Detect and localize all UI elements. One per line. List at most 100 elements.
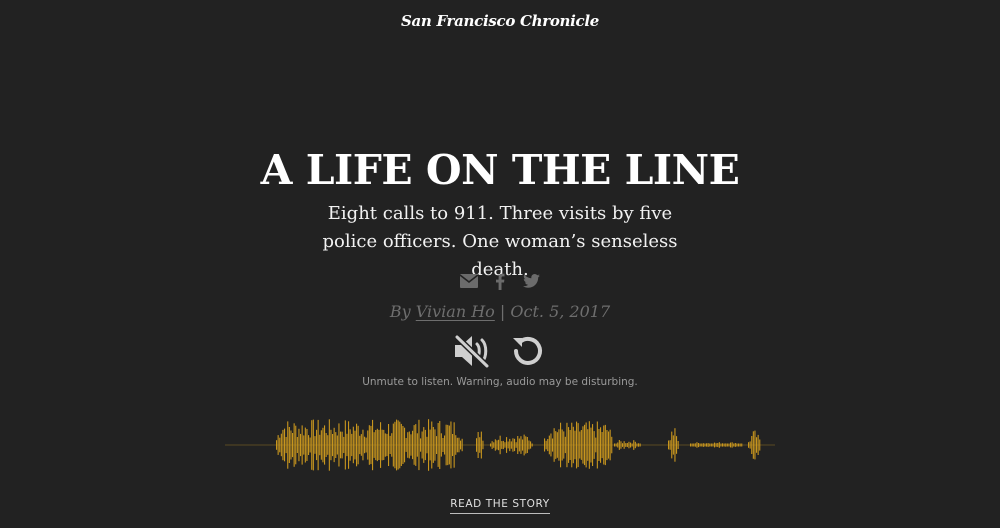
waveform-bar <box>477 432 479 458</box>
waveform-bar <box>354 430 356 460</box>
waveform-bar <box>730 442 732 448</box>
waveform-bar <box>709 443 711 447</box>
masthead-logo[interactable]: San Francisco Chronicle <box>0 12 1000 30</box>
waveform-bar <box>717 443 719 447</box>
waveform-bar <box>306 429 308 461</box>
waveform-bar <box>394 421 396 469</box>
waveform-bar <box>576 421 578 469</box>
waveform-bar <box>322 427 324 463</box>
waveform-bar <box>440 433 442 457</box>
waveform-bar <box>282 429 284 461</box>
waveform-bar <box>555 431 557 459</box>
waveform-bar <box>739 443 741 447</box>
waveform-bar <box>577 423 579 467</box>
waveform-bar <box>626 443 628 447</box>
waveform-bar <box>528 440 530 450</box>
waveform-bar <box>317 419 319 471</box>
waveform-bar <box>696 442 698 448</box>
audio-waveform[interactable] <box>0 410 1000 480</box>
waveform-bar <box>525 436 527 454</box>
waveform-bar <box>316 429 318 461</box>
waveform-bar <box>622 443 624 447</box>
waveform-bar <box>346 433 348 457</box>
share-bar <box>0 272 1000 290</box>
waveform-bar <box>672 435 674 455</box>
read-story-container: READ THE STORY <box>0 492 1000 514</box>
waveform-bar <box>367 430 369 460</box>
waveform-bar <box>707 443 709 447</box>
waveform-bar <box>756 437 758 453</box>
waveform-bar <box>338 423 340 467</box>
waveform-bar <box>630 442 632 448</box>
waveform-bar <box>340 431 342 459</box>
waveform-bar <box>560 422 562 468</box>
waveform-bar <box>530 441 532 449</box>
waveform-bar <box>290 430 292 460</box>
muted-speaker-icon[interactable] <box>452 331 492 371</box>
waveform-bar <box>574 430 576 460</box>
waveform-bar <box>731 442 733 448</box>
waveform-bar <box>556 432 558 458</box>
waveform-bar <box>285 437 287 454</box>
waveform-bar <box>287 421 289 469</box>
waveform-bar <box>544 438 546 452</box>
waveform-bar <box>736 443 738 447</box>
waveform-bar <box>507 441 509 449</box>
waveform-bar <box>723 443 725 447</box>
waveform-bar <box>362 429 364 461</box>
waveform-bar <box>509 438 511 452</box>
waveform-bar <box>405 438 407 452</box>
byline: By Vivian Ho | Oct. 5, 2017 <box>0 302 1000 321</box>
waveform-bar <box>442 438 444 452</box>
waveform-bar <box>506 437 508 453</box>
waveform-bar <box>512 438 514 452</box>
waveform-bar <box>691 443 693 447</box>
waveform-bar <box>625 443 627 447</box>
waveform-bar <box>611 436 613 454</box>
waveform-bar <box>757 434 759 455</box>
waveform-bar <box>754 430 756 460</box>
waveform-bar <box>715 443 717 447</box>
replay-icon[interactable] <box>508 331 548 371</box>
waveform-bar <box>752 431 754 459</box>
page-title: A LIFE ON THE LINE <box>260 146 740 194</box>
waveform-bar <box>580 430 582 460</box>
waveform-bar <box>292 433 294 458</box>
waveform-bar <box>561 429 563 461</box>
author-link[interactable]: Vivian Ho <box>416 302 495 321</box>
waveform-bar <box>341 431 343 459</box>
waveform-bar <box>749 441 751 449</box>
waveform-bar <box>418 419 420 471</box>
waveform-bar <box>615 443 617 447</box>
twitter-icon[interactable] <box>522 272 540 290</box>
waveform-bar <box>733 443 735 447</box>
waveform-bar <box>738 443 740 447</box>
waveform-bar <box>279 437 281 453</box>
waveform-bar <box>588 421 590 469</box>
waveform-bar <box>704 443 706 447</box>
waveform-bar <box>596 421 598 469</box>
waveform-bar <box>328 419 330 471</box>
waveform-bar <box>429 429 431 461</box>
waveform-bar <box>397 420 399 470</box>
waveform-bar <box>563 431 565 459</box>
waveform-bar <box>553 428 555 462</box>
waveform-bar <box>498 439 500 451</box>
waveform-bar <box>380 422 382 468</box>
waveform-bar <box>408 431 410 459</box>
waveform-bar <box>702 443 704 447</box>
waveform-bar <box>357 425 359 465</box>
waveform-bar <box>710 443 712 447</box>
waveform-bar <box>558 429 560 461</box>
waveform-bar <box>423 427 425 463</box>
waveform-bar <box>748 442 750 448</box>
waveform-bar <box>452 434 454 456</box>
waveform-bar <box>694 443 696 447</box>
facebook-icon[interactable] <box>491 272 509 290</box>
waveform-bar <box>510 441 512 449</box>
waveform-bar <box>455 435 457 455</box>
waveform-bar <box>351 433 353 457</box>
email-icon[interactable] <box>460 272 478 290</box>
read-story-link[interactable]: READ THE STORY <box>450 498 550 514</box>
waveform-bar <box>502 440 504 450</box>
